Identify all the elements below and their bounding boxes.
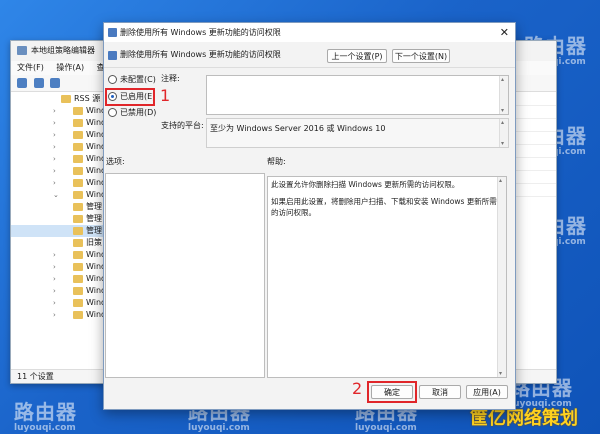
step-number: 1 — [160, 86, 171, 105]
tree-item[interactable]: ›Windo — [11, 273, 106, 285]
tree-item[interactable]: ›Windo — [11, 117, 106, 129]
options-panel — [105, 173, 265, 378]
tree-item[interactable]: RSS 源 — [11, 93, 106, 105]
folder-icon — [73, 130, 83, 139]
folder-icon — [73, 142, 83, 151]
menu-action[interactable]: 操作(A) — [56, 63, 84, 72]
folder-icon — [73, 286, 83, 295]
apply-button[interactable]: 应用(A) — [466, 385, 508, 399]
folder-icon — [73, 238, 83, 247]
tree-item[interactable]: ⌄Windo — [11, 189, 106, 201]
chevron-right-icon: › — [53, 287, 56, 295]
platform-label: 支持的平台: — [161, 121, 204, 130]
chevron-right-icon: › — [53, 299, 56, 307]
options-label: 选项: — [106, 157, 125, 166]
help-text: 如果启用此设置，将删除用户扫描、下载和安装 Windows 更新所需的访问权限。 — [271, 197, 497, 217]
folder-icon — [61, 94, 71, 103]
chevron-right-icon: › — [53, 143, 56, 151]
chevron-right-icon: › — [53, 251, 56, 259]
chevron-right-icon: › — [53, 131, 56, 139]
folder-icon — [73, 262, 83, 271]
folder-icon — [73, 298, 83, 307]
tree-item[interactable]: ›Windo — [11, 297, 106, 309]
editor-app-icon — [17, 46, 27, 55]
dialog-titlebar: 删除使用所有 Windows 更新功能的访问权限 ✕ — [104, 23, 515, 42]
comment-label: 注释: — [161, 74, 180, 83]
editor-settings-list — [516, 93, 556, 368]
scrollbar[interactable] — [497, 177, 506, 377]
chevron-right-icon: › — [53, 263, 56, 271]
forward-icon[interactable] — [33, 78, 44, 88]
dialog-title: 删除使用所有 Windows 更新功能的访问权限 — [120, 28, 281, 37]
folder-icon — [73, 178, 83, 187]
tree-item[interactable]: ›Windo — [11, 141, 106, 153]
tree-item[interactable]: ›Windo — [11, 153, 106, 165]
previous-setting-button[interactable]: 上一个设置(P) — [327, 49, 387, 63]
radio-icon — [108, 108, 117, 117]
platform-field: 至少为 Windows Server 2016 或 Windows 10 — [206, 118, 509, 148]
folder-icon — [73, 118, 83, 127]
tree-item[interactable]: ›Windo — [11, 249, 106, 261]
radio-not-configured[interactable]: 未配置(C) — [108, 74, 156, 86]
tree-item[interactable]: ›Windo — [11, 309, 106, 321]
step-number: 2 — [352, 379, 363, 398]
chevron-right-icon: › — [53, 107, 56, 115]
radio-disabled[interactable]: 已禁用(D) — [108, 107, 156, 119]
policy-name: 删除使用所有 Windows 更新功能的访问权限 — [120, 50, 281, 59]
folder-icon — [73, 310, 83, 319]
menu-file[interactable]: 文件(F) — [17, 63, 44, 72]
scrollbar[interactable] — [499, 119, 508, 147]
platform-value: 至少为 Windows Server 2016 或 Windows 10 — [210, 124, 386, 133]
chevron-right-icon: › — [53, 275, 56, 283]
cancel-button[interactable]: 取消 — [419, 385, 461, 399]
folder-icon — [73, 226, 83, 235]
back-icon[interactable] — [17, 78, 27, 88]
tree-item[interactable]: 管理 — [11, 201, 106, 213]
comment-field[interactable] — [206, 75, 509, 115]
tree-item[interactable]: ›Windo — [11, 129, 106, 141]
chevron-right-icon: › — [53, 311, 56, 319]
tree-item[interactable]: ›Windo — [11, 261, 106, 273]
tree-item[interactable]: ›Windo — [11, 285, 106, 297]
tree-item[interactable]: 旧策 — [11, 237, 106, 249]
folder-icon — [73, 166, 83, 175]
ok-button[interactable]: 确定 — [371, 385, 413, 399]
dialog-header: 删除使用所有 Windows 更新功能的访问权限 上一个设置(P) 下一个设置(… — [104, 43, 515, 68]
folder-icon — [73, 214, 83, 223]
folder-icon — [73, 202, 83, 211]
tree-item-selected[interactable]: 管理 — [11, 225, 106, 237]
folder-up-icon[interactable] — [50, 78, 61, 88]
policy-icon — [108, 51, 117, 60]
chevron-down-icon: ⌄ — [53, 191, 59, 199]
folder-icon — [73, 274, 83, 283]
help-panel: 此设置允许你删除扫描 Windows 更新所需的访问权限。 如果启用此设置，将删… — [267, 176, 507, 378]
tree-item[interactable]: ›Windo — [11, 105, 106, 117]
tree-item[interactable]: ›Windo — [11, 177, 106, 189]
chevron-right-icon: › — [53, 155, 56, 163]
next-setting-button[interactable]: 下一个设置(N) — [392, 49, 450, 63]
folder-icon — [73, 250, 83, 259]
help-label: 帮助: — [267, 157, 286, 166]
close-icon[interactable]: ✕ — [500, 23, 509, 42]
editor-title: 本地组策略编辑器 — [31, 46, 95, 55]
radio-icon — [108, 75, 117, 84]
folder-icon — [73, 106, 83, 115]
folder-icon — [73, 190, 83, 199]
chevron-right-icon: › — [53, 167, 56, 175]
watermark-logo: 路由器luyouqi.com — [14, 400, 77, 433]
scrollbar[interactable] — [499, 76, 508, 114]
tree-item[interactable]: 管理 — [11, 213, 106, 225]
policy-tree: RSS 源 ›Windo ›Windo ›Windo ›Windo ›Windo… — [11, 93, 106, 368]
tree-item[interactable]: ›Windo — [11, 165, 106, 177]
highlight-box — [105, 88, 155, 106]
policy-dialog: 删除使用所有 Windows 更新功能的访问权限 ✕ 删除使用所有 Window… — [103, 22, 516, 410]
folder-icon — [73, 154, 83, 163]
chevron-right-icon: › — [53, 179, 56, 187]
chevron-right-icon: › — [53, 119, 56, 127]
help-text: 此设置允许你删除扫描 Windows 更新所需的访问权限。 — [271, 180, 460, 189]
policy-icon — [108, 28, 117, 37]
